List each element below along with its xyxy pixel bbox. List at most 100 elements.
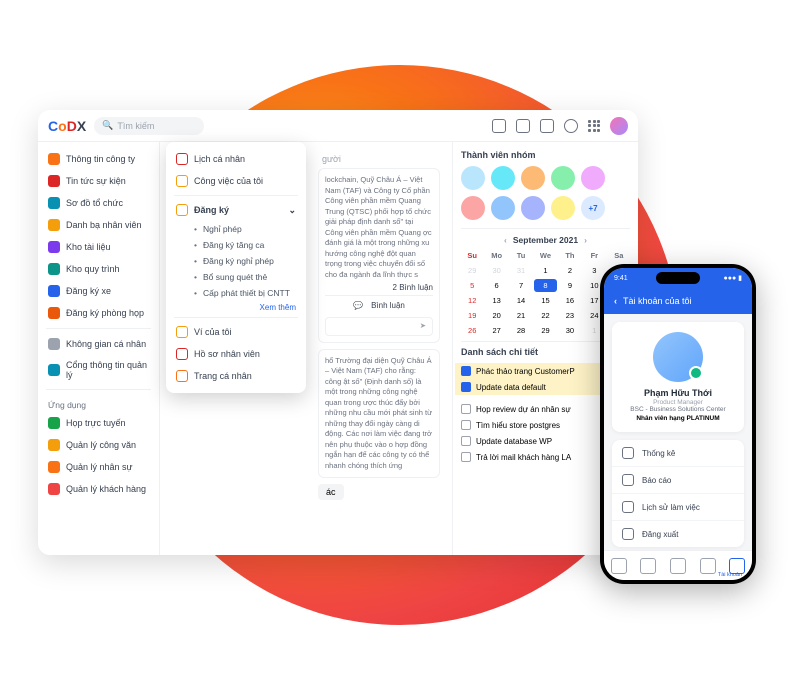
calendar-day[interactable]: 26 [461, 324, 483, 337]
phone-menu-item[interactable]: Lịch sử làm việc [612, 494, 744, 521]
apps-grid-icon[interactable] [588, 120, 600, 132]
checkbox-icon[interactable] [461, 436, 471, 446]
dropdown-subitem[interactable]: Đăng ký tăng ca [166, 237, 306, 253]
checkbox-icon[interactable] [461, 452, 471, 462]
sidebar-item[interactable]: Quản lý nhân sự [38, 456, 159, 478]
calendar-day[interactable]: 2 [559, 264, 581, 277]
notes-icon[interactable] [492, 119, 506, 133]
calendar-day[interactable]: 5 [461, 279, 483, 292]
member-avatar[interactable] [551, 166, 575, 190]
checkbox-icon[interactable] [461, 382, 471, 392]
dropdown-item-register[interactable]: Đăng ký ⌄ [166, 199, 306, 221]
calendar-day[interactable]: 27 [485, 324, 507, 337]
chat-icon[interactable] [540, 119, 554, 133]
sidebar-item[interactable]: Quản lý công văn [38, 434, 159, 456]
checkbox-icon[interactable] [461, 404, 471, 414]
comment-button[interactable]: Bình luận [371, 300, 405, 311]
chevron-left-icon[interactable]: ‹ [504, 235, 507, 245]
calendar-day[interactable]: 8 [534, 279, 556, 292]
menu-item-label: Báo cáo [642, 476, 671, 485]
sidebar-item[interactable]: Đăng ký xe [38, 280, 159, 302]
phone-menu-item[interactable]: Thống kê [612, 440, 744, 467]
member-avatar[interactable] [551, 196, 575, 220]
user-avatar[interactable] [610, 117, 628, 135]
tab-hint: gười [318, 150, 440, 168]
calendar-day[interactable]: 13 [485, 294, 507, 307]
sidebar-item[interactable]: Thông tin công ty [38, 148, 159, 170]
calendar-day[interactable]: 1 [534, 264, 556, 277]
calendar-day[interactable]: 6 [485, 279, 507, 292]
member-avatar[interactable] [581, 166, 605, 190]
calendar-day[interactable]: 30 [485, 264, 507, 277]
feed-filter-button[interactable]: ác [318, 484, 344, 500]
calendar-day[interactable]: 28 [510, 324, 532, 337]
member-avatar[interactable] [491, 166, 515, 190]
members-list: +7 [461, 166, 630, 220]
sidebar-item[interactable]: Sơ đồ tổ chức [38, 192, 159, 214]
calendar-day[interactable]: 29 [461, 264, 483, 277]
calendar-day[interactable]: 22 [534, 309, 556, 322]
phone-indicators: ●●● ▮ [724, 274, 742, 282]
calendar-day[interactable]: 19 [461, 309, 483, 322]
dropdown-item[interactable]: Hồ sơ nhân viên [166, 343, 306, 365]
dropdown-subitem[interactable]: Cấp phát thiết bị CNTT [166, 285, 306, 301]
tasks-icon[interactable] [516, 119, 530, 133]
dropdown-item[interactable]: Trang cá nhân [166, 365, 306, 387]
calendar-day[interactable]: 31 [510, 264, 532, 277]
comment-input[interactable]: ➤ [325, 317, 433, 336]
checkbox-icon[interactable] [461, 420, 471, 430]
member-avatar[interactable] [521, 196, 545, 220]
phone-menu-item[interactable]: Báo cáo [612, 467, 744, 494]
dropdown-item-label: Lịch cá nhân [194, 154, 245, 164]
calendar-day[interactable]: 23 [559, 309, 581, 322]
calendar-day[interactable]: 3 [583, 264, 605, 277]
calendar-day[interactable]: 14 [510, 294, 532, 307]
sidebar-item[interactable]: Danh bạ nhân viên [38, 214, 159, 236]
sidebar-item[interactable]: Cổng thông tin quản lý [38, 355, 159, 385]
sidebar-item[interactable]: Kho quy trình [38, 258, 159, 280]
calendar-day[interactable]: 9 [559, 279, 581, 292]
nav-stats-icon[interactable] [700, 558, 716, 574]
dropdown-item[interactable]: Công việc của tôi [166, 170, 306, 192]
member-avatar[interactable] [461, 166, 485, 190]
member-more[interactable]: +7 [581, 196, 605, 220]
sidebar-item[interactable]: Quản lý khách hàng [38, 478, 159, 500]
sidebar-item[interactable]: Kho tài liệu [38, 236, 159, 258]
send-icon[interactable]: ➤ [420, 321, 426, 332]
notification-icon[interactable] [564, 119, 578, 133]
dropdown-subitem[interactable]: Đăng ký nghỉ phép [166, 253, 306, 269]
chevron-right-icon[interactable]: › [584, 235, 587, 245]
sidebar-item[interactable]: Tin tức sự kiện [38, 170, 159, 192]
dropdown-subitem[interactable]: Nghỉ phép [166, 221, 306, 237]
nav-tasks-icon[interactable] [670, 558, 686, 574]
app-logo[interactable]: CoDX [48, 118, 86, 134]
see-more-link[interactable]: Xem thêm [166, 301, 306, 314]
nav-news-icon[interactable] [640, 558, 656, 574]
calendar-day[interactable]: 20 [485, 309, 507, 322]
dropdown-subitem[interactable]: Bổ sung quét thẻ [166, 269, 306, 285]
calendar-day[interactable]: 21 [510, 309, 532, 322]
member-avatar[interactable] [461, 196, 485, 220]
calendar-day[interactable]: 30 [559, 324, 581, 337]
calendar-day[interactable]: 16 [559, 294, 581, 307]
calendar-day[interactable]: 7 [510, 279, 532, 292]
member-avatar[interactable] [491, 196, 515, 220]
member-avatar[interactable] [521, 166, 545, 190]
sidebar-item[interactable]: Đăng ký phòng họp [38, 302, 159, 324]
back-icon[interactable]: ‹ [614, 296, 617, 306]
phone-body: Phạm Hữu Thới Product Manager BSC - Busi… [604, 314, 752, 550]
calendar-day[interactable]: 15 [534, 294, 556, 307]
nav-calendar-icon[interactable] [611, 558, 627, 574]
dropdown-item[interactable]: Lịch cá nhân [166, 148, 306, 170]
phone-bottom-nav: Tài khoản [604, 550, 752, 580]
dropdown-item[interactable]: Ví của tôi [166, 321, 306, 343]
sidebar-item[interactable]: Không gian cá nhân [38, 333, 159, 355]
phone-menu-item[interactable]: Đăng xuất [612, 521, 744, 547]
profile-avatar[interactable] [653, 332, 703, 382]
calendar-day[interactable]: 12 [461, 294, 483, 307]
sidebar-item[interactable]: Họp trực tuyến [38, 412, 159, 434]
comment-count[interactable]: 2 Bình luận [393, 282, 433, 293]
calendar-day[interactable]: 29 [534, 324, 556, 337]
checkbox-icon[interactable] [461, 366, 471, 376]
search-input[interactable]: 🔍 Tìm kiếm [94, 117, 204, 135]
